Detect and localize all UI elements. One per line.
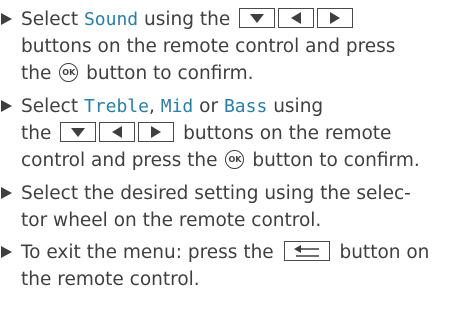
bullet-arrow-icon — [1, 100, 12, 112]
step-1-text: the — [21, 63, 52, 84]
ok-button-icon: OK — [225, 149, 245, 169]
step-2-text: buttons on the remote — [183, 123, 392, 144]
bullet-arrow-icon — [1, 13, 12, 25]
ok-button-icon: OK — [59, 62, 79, 82]
step-2-line-2: the buttons on the remote — [21, 120, 391, 147]
menu-item-bass: Bass — [223, 96, 268, 117]
navigation-keys — [239, 8, 354, 28]
step-3-line-2: tor wheel on the remote control. — [21, 210, 322, 231]
step-3-line-1: Select the desired setting using the sel… — [21, 183, 411, 204]
step-2-text: control and press the — [21, 150, 218, 171]
step-2-text: or — [193, 96, 224, 117]
bullet-arrow-icon — [1, 246, 12, 258]
bullet-arrow-icon — [1, 187, 12, 199]
down-arrow-key-icon — [239, 8, 276, 28]
step-1-line-2: buttons on the remote control and press — [21, 36, 396, 57]
step-4-line-1: To exit the menu: press the button on — [21, 239, 429, 266]
menu-item-sound: Sound — [83, 9, 139, 30]
step-1-text: button to confirm. — [86, 63, 254, 84]
navigation-keys — [60, 122, 175, 142]
step-2-text: the — [21, 123, 52, 144]
step-2-line-1: Select Treble, Mid or Bass using — [21, 93, 323, 120]
right-arrow-key-icon — [317, 8, 354, 28]
step-1-line-3: the OK button to confirm. — [21, 60, 254, 87]
instruction-page: Select Sound using the buttons on the re… — [0, 0, 462, 309]
back-key-icon — [283, 241, 330, 261]
step-2-text: using — [267, 96, 324, 117]
left-arrow-key-icon — [278, 8, 315, 28]
step-1-text: using the — [138, 9, 231, 30]
step-4-line-2: the remote control. — [21, 269, 200, 290]
right-arrow-key-icon — [138, 122, 175, 142]
step-2-line-3: control and press the OK button to confi… — [21, 147, 420, 174]
step-1-line-1: Select Sound using the — [21, 6, 356, 33]
step-1-text: Select — [21, 9, 84, 30]
step-4-text: To exit the menu: press the — [21, 242, 274, 263]
menu-item-mid: Mid — [160, 96, 194, 117]
step-4-text: button on — [339, 242, 430, 263]
step-2-text: , — [148, 96, 161, 117]
step-2-text: Select — [21, 96, 84, 117]
step-2-text: button to confirm. — [252, 150, 420, 171]
left-arrow-key-icon — [99, 122, 136, 142]
down-arrow-key-icon — [60, 122, 97, 142]
menu-item-treble: Treble — [83, 96, 149, 117]
